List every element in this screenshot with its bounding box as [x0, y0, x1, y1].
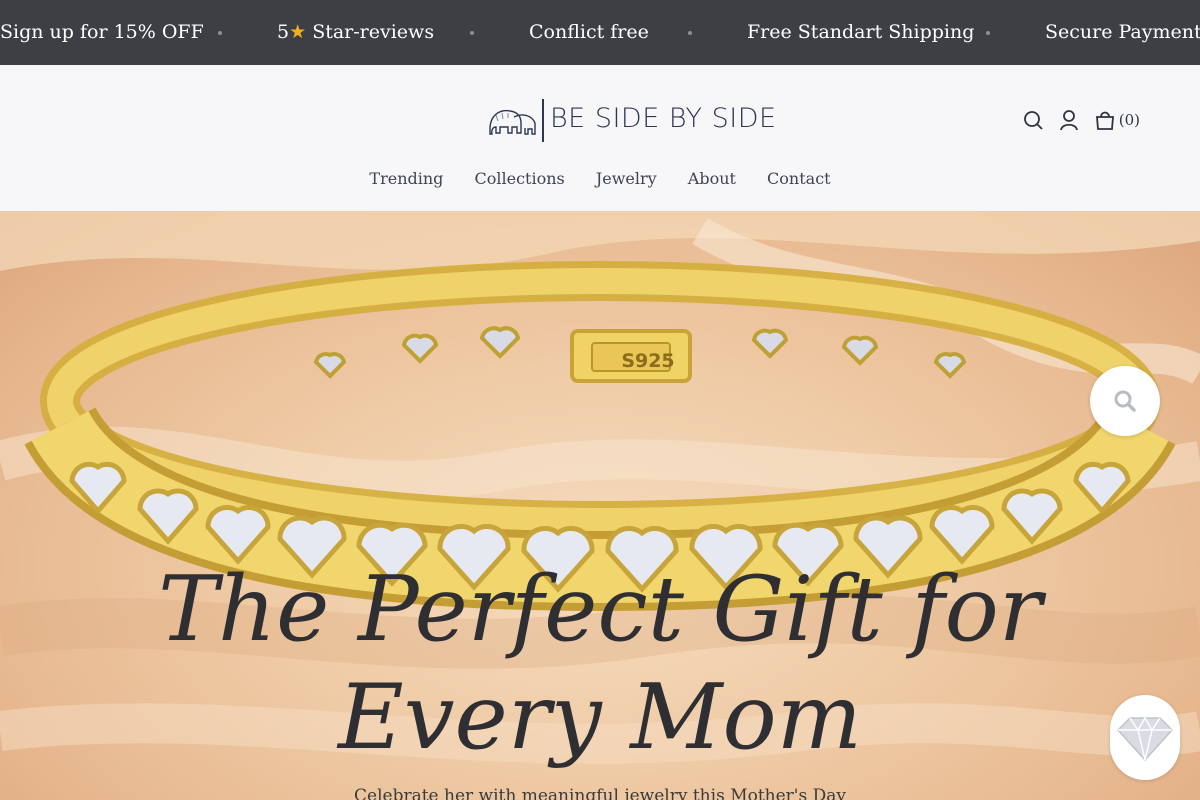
rewards-button[interactable] [1110, 695, 1180, 780]
reviews-count: 5 [277, 21, 290, 43]
announcement-payments: Secure Payments [1045, 21, 1200, 43]
announcement-separator [688, 31, 692, 35]
nav-item-trending[interactable]: Trending [369, 169, 443, 188]
bracelet-stamp: S925 [621, 350, 674, 372]
hero-banner: S925 The Perfect Gift for Every Mom Cele… [0, 211, 1200, 800]
nav-item-about[interactable]: About [688, 169, 736, 188]
cart-icon[interactable] [1095, 109, 1115, 131]
announcement-signup[interactable]: Sign up for 15% OFF [0, 0, 204, 65]
search-icon[interactable] [1023, 109, 1043, 131]
brand-logo[interactable]: BE SIDE BY SIDE [488, 97, 776, 143]
star-icon: ★ [289, 21, 307, 43]
nav-item-collections[interactable]: Collections [475, 169, 565, 188]
site-header: BE SIDE BY SIDE (0) Trending Collections… [0, 65, 1200, 211]
nav-item-jewelry[interactable]: Jewelry [596, 169, 657, 188]
announcement-separator [986, 31, 990, 35]
reviews-label: Star-reviews [312, 21, 435, 43]
announcement-bar: Sign up for 15% OFF 5★ Star-reviews Conf… [0, 0, 1200, 65]
announcement-conflict-free: Conflict free [529, 21, 649, 43]
magnifier-icon [1114, 390, 1136, 412]
hero-title-line-1: The Perfect Gift for [158, 557, 1042, 662]
header-actions: (0) [1023, 109, 1140, 131]
logo-divider [542, 99, 544, 142]
elephant-logo-icon [489, 109, 536, 135]
announcement-shipping: Free Standart Shipping [747, 21, 975, 43]
cart-count[interactable]: (0) [1119, 111, 1140, 129]
zoom-button[interactable] [1090, 366, 1160, 436]
announcement-separator [470, 31, 474, 35]
account-icon[interactable] [1059, 109, 1079, 131]
hero-title: The Perfect Gift for Every Mom [0, 556, 1200, 772]
hero-subtitle: Celebrate her with meaningful jewelry th… [354, 786, 846, 800]
main-nav: Trending Collections Jewelry About Conta… [0, 169, 1200, 188]
announcement-separator [218, 31, 222, 35]
logo-text: BE SIDE BY SIDE [550, 103, 777, 134]
hero-title-line-2: Every Mom [338, 665, 862, 770]
announcement-reviews: 5★ Star-reviews [277, 0, 434, 65]
diamond-icon [1116, 716, 1174, 761]
nav-item-contact[interactable]: Contact [767, 169, 831, 188]
